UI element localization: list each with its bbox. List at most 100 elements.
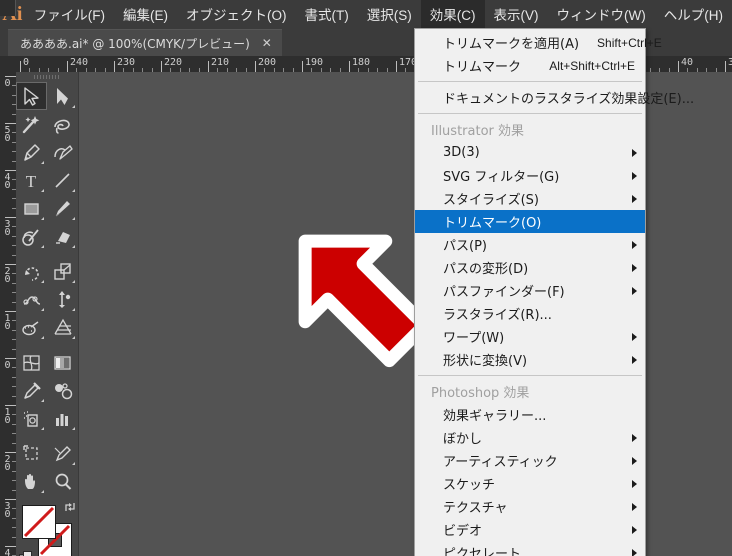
menu-8[interactable]: ヘルプ(H) xyxy=(655,0,732,28)
blend-tool[interactable] xyxy=(47,376,78,404)
menu-item[interactable]: SVG フィルター(G) xyxy=(415,164,645,187)
tool-separator xyxy=(16,432,79,439)
ruler-origin-box[interactable] xyxy=(0,0,16,16)
menu-item-label: SVG フィルター(G) xyxy=(443,170,560,185)
tool-more-icon xyxy=(72,280,75,283)
magic-wand-tool[interactable] xyxy=(16,110,47,138)
menu-item-label: ドキュメントのラスタライズ効果設定(E)... xyxy=(443,92,695,107)
ruler-tick xyxy=(5,311,16,312)
menu-item-label: トリムマーク(O) xyxy=(443,216,542,231)
ruler-tick xyxy=(5,452,16,453)
menu-5[interactable]: 効果(C) xyxy=(420,0,485,28)
slice-tool[interactable] xyxy=(47,439,78,467)
menu-item[interactable]: 効果ギャラリー... xyxy=(415,403,645,426)
menu-2[interactable]: オブジェクト(O) xyxy=(177,0,296,28)
column-graph-tool[interactable] xyxy=(47,404,78,432)
close-icon[interactable]: ✕ xyxy=(262,37,272,49)
menu-item-label: パスファインダー(F) xyxy=(443,285,565,300)
line-segment-tool[interactable] xyxy=(47,166,78,194)
ruler-tick xyxy=(5,217,16,218)
menu-item[interactable]: 3D(3) xyxy=(415,141,645,164)
rotate-tool[interactable] xyxy=(16,257,47,285)
rectangle-tool[interactable] xyxy=(16,194,47,222)
menu-item[interactable]: ピクセレート xyxy=(415,541,645,556)
menu-item[interactable]: テクスチャ xyxy=(415,495,645,518)
menu-7[interactable]: ウィンドウ(W) xyxy=(548,0,655,28)
paintbrush-tool[interactable] xyxy=(47,194,78,222)
direct-selection-tool[interactable] xyxy=(47,82,78,110)
swap-fill-stroke-icon[interactable] xyxy=(64,501,76,513)
effect-menu-dropdown[interactable]: トリムマークを適用(A) Shift+Ctrl+E トリムマーク Alt+Shift+… xyxy=(414,28,694,556)
zoom-tool[interactable] xyxy=(47,467,78,495)
menu-1[interactable]: 編集(E) xyxy=(114,0,177,28)
submenu-arrow-icon xyxy=(632,502,637,511)
menu-item-label: 効果ギャラリー... xyxy=(443,409,547,424)
curvature-tool[interactable] xyxy=(47,138,78,166)
tool-more-icon xyxy=(41,427,44,430)
menu-item[interactable]: ドキュメントのラスタライズ効果設定(E)... xyxy=(415,86,694,109)
gradient-tool[interactable] xyxy=(47,348,78,376)
menu-item[interactable]: スケッチ xyxy=(415,472,645,495)
menu-item[interactable]: トリムマーク(O) xyxy=(415,210,645,233)
menu-item[interactable]: ぼかし xyxy=(415,426,645,449)
eraser-tool[interactable] xyxy=(47,222,78,250)
menu-4[interactable]: 選択(S) xyxy=(358,0,421,28)
menu-group-header: Illustrator 効果 xyxy=(415,118,645,141)
fill-stroke-swatches[interactable] xyxy=(16,499,79,556)
width-tool[interactable] xyxy=(16,285,47,313)
menu-item-label: Photoshop 効果 xyxy=(431,386,530,401)
ruler-tick xyxy=(5,264,16,265)
svg-text:T: T xyxy=(26,172,37,191)
menu-item[interactable]: スタイライズ(S) xyxy=(415,187,645,210)
tool-more-icon xyxy=(41,336,44,339)
eyedropper-tool[interactable] xyxy=(16,376,47,404)
menu-item[interactable]: ワープ(W) xyxy=(415,325,645,348)
lasso-tool[interactable] xyxy=(47,110,78,138)
menu-item[interactable]: トリムマーク Alt+Shift+Ctrl+E xyxy=(415,54,645,77)
tool-more-icon xyxy=(72,105,75,108)
mesh-tool[interactable] xyxy=(16,348,47,376)
menu-3[interactable]: 書式(T) xyxy=(296,0,358,28)
menu-item[interactable]: ラスタライズ(R)... xyxy=(415,302,645,325)
menu-item-label: トリムマークを適用(A) xyxy=(443,37,580,52)
menu-item[interactable]: トリムマークを適用(A) Shift+Ctrl+E xyxy=(415,31,662,54)
shaper-tool[interactable] xyxy=(16,222,47,250)
artboard-tool[interactable] xyxy=(16,439,47,467)
menu-item[interactable]: パスファインダー(F) xyxy=(415,279,645,302)
tools-panel-grip[interactable] xyxy=(16,72,78,82)
menu-item[interactable]: 形状に変換(V) xyxy=(415,348,645,371)
menu-item[interactable]: アーティスティック xyxy=(415,449,645,472)
submenu-arrow-icon xyxy=(632,355,637,364)
hand-tool[interactable] xyxy=(16,467,47,495)
scale-tool[interactable] xyxy=(47,257,78,285)
tool-separator xyxy=(16,250,79,257)
menu-item[interactable]: パスの変形(D) xyxy=(415,256,645,279)
default-fill-stroke-icon[interactable] xyxy=(19,551,33,556)
tools-panel[interactable]: T xyxy=(16,72,79,556)
shape-builder-tool[interactable] xyxy=(16,313,47,341)
submenu-arrow-icon xyxy=(632,332,637,341)
menu-6[interactable]: 表示(V) xyxy=(485,0,548,28)
tool-more-icon xyxy=(72,427,75,430)
menu-item[interactable]: パス(P) xyxy=(415,233,645,256)
menu-item-label: Illustrator 効果 xyxy=(431,124,525,139)
ruler-tick xyxy=(5,546,16,547)
document-tab-title: ああああ.ai* @ 100%(CMYK/プレビュー) xyxy=(20,36,250,51)
type-tool[interactable]: T xyxy=(16,166,47,194)
fill-swatch[interactable] xyxy=(22,505,56,539)
ruler-tick xyxy=(161,61,162,72)
submenu-arrow-icon xyxy=(632,525,637,534)
pen-tool[interactable] xyxy=(16,138,47,166)
selection-tool[interactable] xyxy=(16,82,47,110)
menu-item-shortcut: Shift+Ctrl+E xyxy=(597,35,662,50)
perspective-grid-tool[interactable] xyxy=(47,313,78,341)
menu-item[interactable]: ビデオ xyxy=(415,518,645,541)
vertical-ruler[interactable]: 0 50 40 30 20 10 0 10 20 30 40 xyxy=(0,72,16,556)
free-transform-tool[interactable] xyxy=(47,285,78,313)
ruler-label: 40 xyxy=(2,172,13,188)
menu-0[interactable]: ファイル(F) xyxy=(25,0,114,28)
menu-item-label: テクスチャ xyxy=(443,501,508,516)
tool-more-icon xyxy=(41,280,44,283)
symbol-sprayer-tool[interactable] xyxy=(16,404,47,432)
document-tab[interactable]: ああああ.ai* @ 100%(CMYK/プレビュー) ✕ xyxy=(8,29,282,56)
